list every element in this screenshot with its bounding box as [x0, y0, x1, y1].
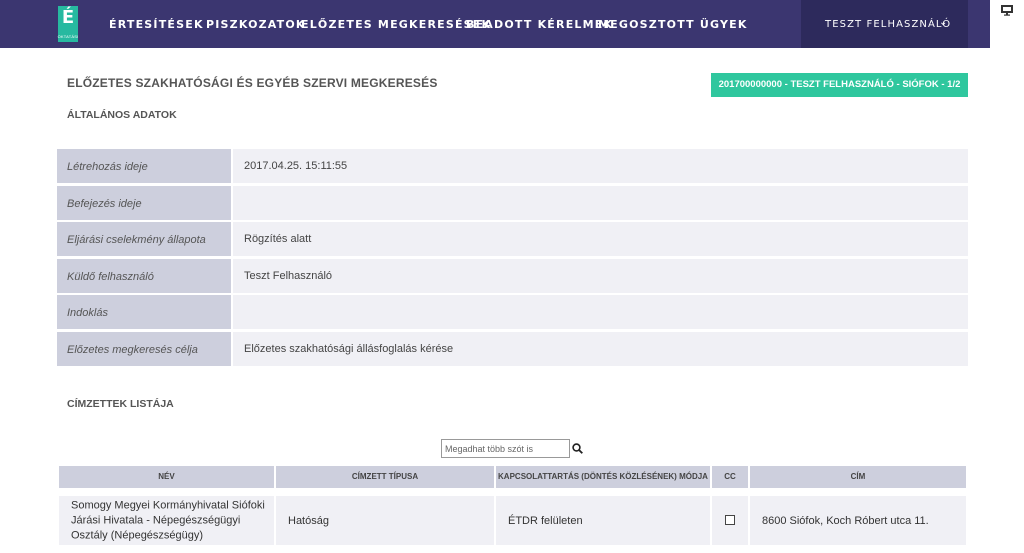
nav-item-shared-cases[interactable]: MEGOSZTOTT ÜGYEK — [598, 18, 748, 31]
column-header-address[interactable]: CÍM — [750, 466, 966, 488]
recipient-type: Hatóság — [288, 514, 329, 527]
general-data-table: Létrehozás ideje 2017.04.25. 15:11:55 Be… — [57, 149, 968, 368]
detail-value: Teszt Felhasználó — [233, 258, 968, 293]
detail-row: Eljárási cselekmény állapota Rögzítés al… — [57, 222, 968, 256]
monitor-icon — [1001, 5, 1013, 16]
case-id-badge: 201700000000 - TESZT FELHASZNÁLÓ - SIÓFO… — [711, 73, 968, 97]
detail-label: Létrehozás ideje — [57, 149, 231, 183]
column-header-contact-method[interactable]: KAPCSOLATTARTÁS (DÖNTÉS KÖZLÉSÉNEK) MÓDJ… — [496, 466, 710, 488]
app-logo[interactable]: É OKTATÁSI — [58, 6, 78, 42]
contact-method-cell: ÉTDR felületen — [496, 496, 710, 545]
recipient-name-cell: Somogy Megyei Kormányhivatal Siófoki Jár… — [59, 496, 274, 545]
detail-label: Eljárási cselekmény állapota — [57, 222, 231, 256]
recipient-address: 8600 Siófok, Koch Róbert utca 11. — [762, 514, 929, 527]
general-data-heading: ÁLTALÁNOS ADATOK — [67, 109, 177, 121]
detail-row: Előzetes megkeresés célja Előzetes szakh… — [57, 331, 968, 366]
detail-value — [233, 295, 968, 329]
top-navigation: É OKTATÁSI ÉRTESÍTÉSEK PISZKOZATOK ELŐZE… — [0, 0, 990, 48]
recipient-name: Somogy Megyei Kormányhivatal Siófoki Jár… — [71, 499, 265, 541]
user-name: TESZT FELHASZNÁLÓ — [825, 19, 952, 30]
logo-subtitle: OKTATÁSI — [57, 34, 79, 39]
recipients-heading: CÍMZETTEK LISTÁJA — [67, 398, 174, 410]
detail-row: Küldő felhasználó Teszt Felhasználó — [57, 258, 968, 293]
search-icon[interactable] — [572, 443, 583, 454]
detail-row: Létrehozás ideje 2017.04.25. 15:11:55 — [57, 149, 968, 183]
address-cell: 8600 Siófok, Koch Róbert utca 11. — [750, 496, 966, 545]
nav-item-notifications[interactable]: ÉRTESÍTÉSEK — [109, 18, 204, 31]
page-title: ELŐZETES SZAKHATÓSÁGI ÉS EGYÉB SZERVI ME… — [67, 76, 438, 90]
detail-label: Befejezés ideje — [57, 185, 231, 220]
chevron-down-icon: ⌄ — [939, 17, 948, 28]
detail-label: Előzetes megkeresés célja — [57, 331, 231, 366]
detail-label: Indoklás — [57, 295, 231, 329]
detail-row: Indoklás — [57, 295, 968, 329]
detail-value: Rögzítés alatt — [233, 222, 968, 256]
column-header-cc[interactable]: CC — [712, 466, 748, 488]
user-menu[interactable]: TESZT FELHASZNÁLÓ ⌄ — [801, 0, 968, 48]
nav-item-preliminary-requests[interactable]: ELŐZETES MEGKERESÉSEK — [301, 18, 491, 31]
screen-toggle-button[interactable] — [990, 0, 1024, 22]
nav-item-drafts[interactable]: PISZKOZATOK — [206, 18, 306, 31]
detail-value: 2017.04.25. 15:11:55 — [233, 149, 968, 183]
cc-checkbox[interactable] — [725, 515, 735, 525]
recipient-type-cell: Hatóság — [276, 496, 494, 545]
column-header-name[interactable]: NÉV — [59, 466, 274, 488]
logo-letter: É — [61, 7, 75, 28]
contact-method: ÉTDR felületen — [508, 514, 583, 527]
detail-value — [233, 185, 968, 220]
recipients-search-input[interactable] — [441, 439, 570, 458]
column-header-recipient-type[interactable]: CÍMZETT TÍPUSA — [276, 466, 494, 488]
detail-value: Előzetes szakhatósági állásfoglalás kéré… — [233, 331, 968, 366]
nav-item-submitted-applications[interactable]: BEADOTT KÉRELMEK — [466, 18, 613, 31]
detail-row: Befejezés ideje — [57, 185, 968, 220]
detail-label: Küldő felhasználó — [57, 258, 231, 293]
